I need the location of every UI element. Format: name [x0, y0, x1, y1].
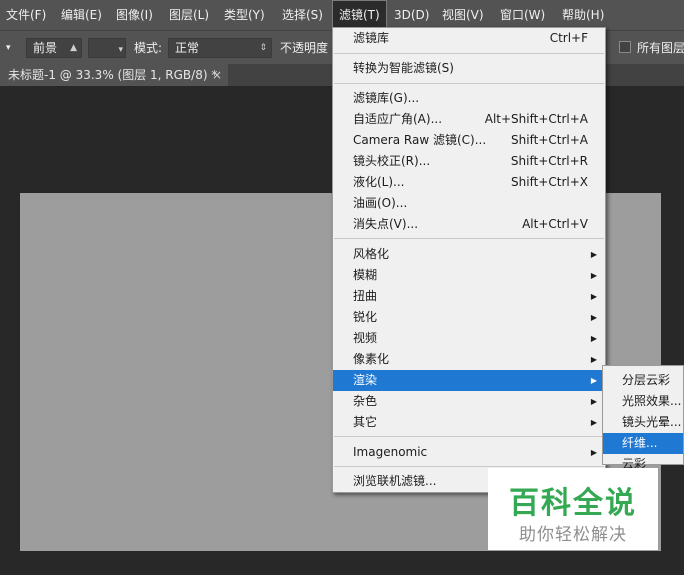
- menu-item-label: Camera Raw 滤镜(C)...: [353, 133, 487, 147]
- menu-item-label: 像素化: [353, 352, 390, 366]
- watermark: 百科全说 助你轻松解决: [488, 468, 658, 550]
- tool-preset-arrow-icon[interactable]: ▾: [6, 38, 11, 58]
- menu-help[interactable]: 帮助(H): [556, 0, 610, 30]
- menu-item-shortcut: Alt+Ctrl+V: [522, 217, 588, 231]
- menu-edit[interactable]: 编辑(E): [55, 0, 108, 30]
- menu-item-label: 滤镜库: [353, 31, 390, 45]
- menu-item-video[interactable]: 视频 ▶: [333, 328, 605, 349]
- menu-item-stylize[interactable]: 风格化 ▶: [333, 244, 605, 265]
- menu-item-label: 镜头校正(R)...: [353, 154, 431, 168]
- menu-item-label: 模糊: [353, 268, 378, 282]
- menu-window[interactable]: 窗口(W): [494, 0, 551, 30]
- menu-item-noise[interactable]: 杂色 ▶: [333, 391, 605, 412]
- menu-item-label: 扭曲: [353, 289, 378, 303]
- submenu-arrow-icon: ▶: [590, 313, 597, 322]
- submenu-item-lens-flare[interactable]: 镜头光晕...: [603, 412, 683, 433]
- menu-item-liquify[interactable]: 液化(L)... Shift+Ctrl+X: [333, 172, 605, 193]
- submenu-arrow-icon: ▶: [590, 292, 597, 301]
- menu-item-other[interactable]: 其它 ▶: [333, 412, 605, 433]
- fill-preset-select[interactable]: 前景 ▲: [26, 38, 82, 58]
- menu-item-oil-paint[interactable]: 油画(O)...: [333, 193, 605, 214]
- filter-menu: 滤镜库 Ctrl+F 转换为智能滤镜(S) 滤镜库(G)... 自适应广角(A)…: [332, 27, 606, 493]
- menu-item-shortcut: Ctrl+F: [549, 31, 588, 45]
- submenu-arrow-icon: ▶: [590, 355, 597, 364]
- updown-arrows-icon: ▲: [70, 43, 77, 53]
- menu-filter[interactable]: 滤镜(T): [332, 0, 387, 30]
- menu-item-vanishing-point[interactable]: 消失点(V)... Alt+Ctrl+V: [333, 214, 605, 235]
- menu-item-label: 滤镜库(G)...: [353, 91, 420, 105]
- menu-item-label: 风格化: [353, 247, 390, 261]
- menu-item-render[interactable]: 渲染 ▶: [333, 370, 605, 391]
- document-tab[interactable]: 未标题-1 @ 33.3% (图层 1, RGB/8) * ×: [0, 64, 228, 86]
- menu-item-label: 渲染: [353, 373, 378, 387]
- menu-separator: [334, 238, 604, 239]
- submenu-arrow-icon: ▶: [590, 250, 597, 259]
- mode-value: 正常: [175, 41, 200, 55]
- menu-item-label: 油画(O)...: [353, 196, 408, 210]
- menu-item-lens-correction[interactable]: 镜头校正(R)... Shift+Ctrl+R: [333, 151, 605, 172]
- pattern-swatch[interactable]: ▾: [88, 38, 126, 58]
- close-icon[interactable]: ×: [212, 64, 222, 86]
- menu-3d[interactable]: 3D(D): [388, 0, 435, 30]
- menu-separator: [334, 83, 604, 84]
- menu-item-blur[interactable]: 模糊 ▶: [333, 265, 605, 286]
- submenu-item-difference-clouds[interactable]: 分层云彩: [603, 370, 683, 391]
- updown-arrows-icon: ⇕: [259, 43, 267, 53]
- menu-item-filter-gallery-last[interactable]: 滤镜库 Ctrl+F: [333, 28, 605, 49]
- menu-item-label: 转换为智能滤镜(S): [353, 61, 454, 75]
- submenu-arrow-icon: ▶: [590, 334, 597, 343]
- menu-type[interactable]: 类型(Y): [218, 0, 271, 30]
- render-submenu: 分层云彩 光照效果... 镜头光晕... 纤维... 云彩: [602, 365, 684, 471]
- menu-item-label: 杂色: [353, 394, 378, 408]
- menu-item-label: 液化(L)...: [353, 175, 405, 189]
- menu-item-label: 自适应广角(A)...: [353, 112, 443, 126]
- fill-preset-value: 前景: [33, 41, 58, 55]
- menu-item-camera-raw[interactable]: Camera Raw 滤镜(C)... Shift+Ctrl+A: [333, 130, 605, 151]
- menu-item-convert-smart-filter[interactable]: 转换为智能滤镜(S): [333, 58, 605, 79]
- opacity-label: 不透明度: [280, 41, 329, 55]
- menu-item-imagenomic[interactable]: Imagenomic ▶: [333, 442, 605, 463]
- menu-item-sharpen[interactable]: 锐化 ▶: [333, 307, 605, 328]
- menu-view[interactable]: 视图(V): [436, 0, 490, 30]
- menu-select[interactable]: 选择(S): [276, 0, 329, 30]
- menu-separator: [334, 466, 604, 467]
- submenu-item-lighting-effects[interactable]: 光照效果...: [603, 391, 683, 412]
- menu-item-label: 其它: [353, 415, 378, 429]
- menu-file[interactable]: 文件(F): [0, 0, 52, 30]
- menu-item-shortcut: Shift+Ctrl+R: [510, 154, 588, 168]
- menu-separator: [334, 436, 604, 437]
- submenu-arrow-icon: ▶: [590, 448, 597, 457]
- menubar: 文件(F) 编辑(E) 图像(I) 图层(L) 类型(Y) 选择(S) 滤镜(T…: [0, 0, 684, 30]
- all-layers-checkbox[interactable]: [619, 41, 631, 53]
- menu-item-label: 消失点(V)...: [353, 217, 419, 231]
- submenu-arrow-icon: ▶: [590, 271, 597, 280]
- watermark-subtitle: 助你轻松解决: [519, 525, 627, 545]
- submenu-item-fibers[interactable]: 纤维...: [603, 433, 683, 454]
- all-layers-label: 所有图层: [637, 41, 684, 55]
- menu-item-distort[interactable]: 扭曲 ▶: [333, 286, 605, 307]
- menu-image[interactable]: 图像(I): [110, 0, 159, 30]
- menu-item-shortcut: Shift+Ctrl+A: [511, 133, 588, 147]
- document-tab-title: 未标题-1 @ 33.3% (图层 1, RGB/8) *: [8, 68, 218, 82]
- submenu-arrow-icon: ▶: [590, 376, 597, 385]
- menu-item-pixelate[interactable]: 像素化 ▶: [333, 349, 605, 370]
- menu-item-label: 浏览联机滤镜...: [353, 474, 437, 488]
- mode-select[interactable]: 正常 ⇕: [168, 38, 272, 58]
- menu-separator: [334, 53, 604, 54]
- menu-item-label: 锐化: [353, 310, 378, 324]
- menu-item-adaptive-wide-angle[interactable]: 自适应广角(A)... Alt+Shift+Ctrl+A: [333, 109, 605, 130]
- menu-item-shortcut: Alt+Shift+Ctrl+A: [484, 112, 588, 126]
- menu-layer[interactable]: 图层(L): [163, 0, 215, 30]
- menu-item-shortcut: Shift+Ctrl+X: [511, 175, 588, 189]
- chevron-down-icon: ▾: [118, 45, 123, 55]
- menu-item-label: 视频: [353, 331, 378, 345]
- submenu-arrow-icon: ▶: [590, 418, 597, 427]
- submenu-arrow-icon: ▶: [590, 397, 597, 406]
- menu-item-filter-gallery[interactable]: 滤镜库(G)...: [333, 88, 605, 109]
- watermark-title: 百科全说: [509, 486, 637, 521]
- mode-label: 模式:: [134, 41, 163, 55]
- menu-item-label: Imagenomic: [353, 445, 428, 459]
